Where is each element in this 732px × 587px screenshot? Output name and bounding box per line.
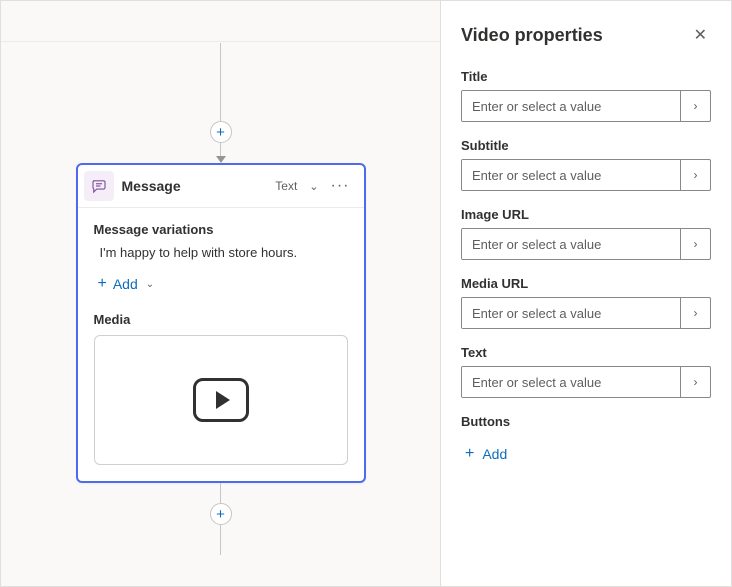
connector-line <box>220 43 221 121</box>
media-url-input[interactable] <box>462 298 680 328</box>
media-url-picker-button[interactable]: › <box>680 298 710 328</box>
field-subtitle: Subtitle › <box>461 138 711 191</box>
text-picker-button[interactable]: › <box>680 367 710 397</box>
field-subtitle-label: Subtitle <box>461 138 711 153</box>
title-picker-button[interactable]: › <box>680 91 710 121</box>
message-node-title: Message <box>122 178 268 194</box>
message-type-label: Text <box>275 179 297 193</box>
node-more-menu[interactable]: ··· <box>327 177 354 195</box>
variations-label: Message variations <box>94 222 348 237</box>
message-node-body: Message variations I'm happy to help wit… <box>78 208 364 481</box>
plus-icon: + <box>465 445 474 463</box>
chevron-right-icon: › <box>694 99 698 113</box>
connector-line <box>220 525 221 555</box>
properties-panel: Video properties ✕ Title › Subtitle › Im… <box>441 1 731 586</box>
subtitle-picker-button[interactable]: › <box>680 160 710 190</box>
close-panel-button[interactable]: ✕ <box>690 21 711 49</box>
field-media-url-label: Media URL <box>461 276 711 291</box>
chevron-down-icon: ⌄ <box>146 279 154 290</box>
add-button-label: Add <box>482 446 507 462</box>
media-label: Media <box>94 312 348 327</box>
field-image-url-label: Image URL <box>461 207 711 222</box>
add-button-button[interactable]: + Add <box>461 439 511 469</box>
type-dropdown[interactable]: ⌄ <box>309 180 318 193</box>
field-title: Title › <box>461 69 711 122</box>
add-node-button[interactable]: + <box>210 121 232 143</box>
plus-icon: + <box>98 276 107 292</box>
image-url-input[interactable] <box>462 229 680 259</box>
canvas-divider <box>1 41 440 42</box>
field-image-url: Image URL › <box>461 207 711 260</box>
chevron-right-icon: › <box>694 306 698 320</box>
field-title-label: Title <box>461 69 711 84</box>
plus-icon: + <box>216 124 225 141</box>
title-input[interactable] <box>462 91 680 121</box>
chevron-right-icon: › <box>694 168 698 182</box>
video-play-icon <box>193 378 249 422</box>
panel-title: Video properties <box>461 25 603 46</box>
connector-line <box>220 143 221 157</box>
add-variation-button[interactable]: + Add ⌄ <box>94 274 159 294</box>
image-url-picker-button[interactable]: › <box>680 229 710 259</box>
media-preview[interactable] <box>94 335 348 465</box>
panel-header: Video properties ✕ <box>461 21 711 49</box>
field-text: Text › <box>461 345 711 398</box>
add-variation-label: Add <box>113 276 138 292</box>
plus-icon: + <box>216 506 225 523</box>
close-icon: ✕ <box>694 27 707 44</box>
variation-text[interactable]: I'm happy to help with store hours. <box>100 245 348 260</box>
arrow-down-icon <box>216 156 226 163</box>
message-icon <box>84 171 114 201</box>
message-node[interactable]: Message Text ⌄ ··· Message variations I'… <box>76 163 366 483</box>
field-buttons-label: Buttons <box>461 414 711 429</box>
message-node-header: Message Text ⌄ ··· <box>78 165 364 208</box>
field-media-url: Media URL › <box>461 276 711 329</box>
add-node-button[interactable]: + <box>210 503 232 525</box>
subtitle-input[interactable] <box>462 160 680 190</box>
field-buttons: Buttons + Add <box>461 414 711 469</box>
connector-line <box>220 483 221 503</box>
flow-canvas: + Message Text ⌄ ··· Message vari <box>1 1 441 586</box>
text-input[interactable] <box>462 367 680 397</box>
chevron-right-icon: › <box>694 237 698 251</box>
field-text-label: Text <box>461 345 711 360</box>
chevron-right-icon: › <box>694 375 698 389</box>
